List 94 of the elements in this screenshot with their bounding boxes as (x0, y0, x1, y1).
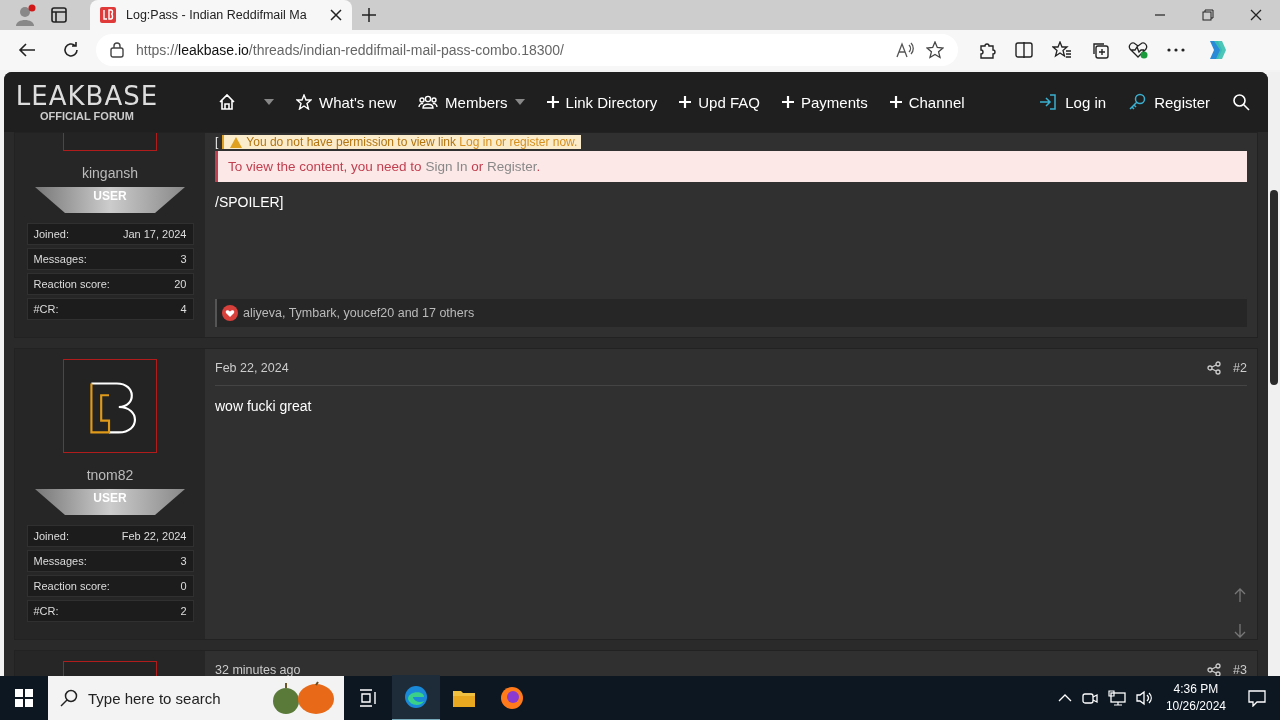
nav-link[interactable]: Upd FAQ (679, 93, 760, 111)
username-link[interactable]: kingansh (81, 165, 138, 181)
stat-value: Jan 17, 2024 (122, 228, 187, 240)
stat-value: 4 (180, 303, 187, 315)
post-body: /SPOILER] (215, 194, 285, 210)
stat-value: 2 (180, 605, 187, 617)
scroll-up-icon (1234, 588, 1246, 602)
plus-icon (889, 96, 902, 108)
stat-label: Messages: (33, 555, 87, 567)
home-nav-button[interactable] (218, 93, 274, 111)
post-number[interactable]: #3 (1233, 663, 1247, 676)
stat-label: #CR: (33, 303, 59, 315)
windows-start-icon (15, 689, 33, 707)
scrollbar-thumb[interactable] (1270, 190, 1278, 385)
clock-time[interactable]: 4:36 PM (1173, 681, 1219, 698)
favorite-star-icon (926, 41, 944, 59)
plus-icon (782, 96, 794, 108)
back-icon (18, 42, 36, 58)
search-icon (60, 689, 78, 707)
post-body: wow fucki great (215, 398, 313, 414)
login-icon (1039, 94, 1058, 110)
taskbar-search-field[interactable]: Type here to search (86, 688, 260, 708)
nav-link[interactable]: Channel (889, 93, 965, 111)
stat-value: Feb 22, 2024 (121, 530, 187, 542)
address-bar[interactable]: https://leakbase.io/threads/indian-reddifmail-mail-pass-combo.18300/ (96, 34, 958, 66)
stat-value: 3 (180, 253, 187, 265)
url-text: https://leakbase.io/threads/indian-reddifmail-mail-pass-combo.18300/ (136, 42, 564, 58)
share-icon (1207, 663, 1222, 676)
extensions-icon (978, 41, 996, 59)
edge-icon (404, 685, 428, 709)
post-date[interactable]: Feb 22, 2024 (215, 361, 289, 375)
site-favicon-icon (100, 7, 116, 23)
network-icon (1107, 690, 1126, 706)
permission-warning: You do not have permission to view link Log in or register now. (222, 135, 582, 149)
firefox-icon (500, 686, 524, 710)
plus-icon (546, 96, 559, 108)
username-link[interactable]: tnom82 (86, 467, 134, 483)
warning-icon (230, 136, 243, 148)
post-number[interactable]: #2 (1233, 361, 1247, 375)
notification-icon (1248, 689, 1266, 707)
share-icon (1207, 361, 1222, 375)
caret-icon[interactable] (514, 99, 525, 105)
restore-icon (1202, 9, 1214, 21)
stat-value: 20 (174, 278, 187, 290)
star-icon (296, 94, 312, 110)
register-link[interactable]: Register (1128, 93, 1210, 111)
close-window-icon (1250, 9, 1262, 21)
nav-link[interactable]: Link Directory (546, 93, 658, 111)
nav-link[interactable]: Payments (782, 93, 868, 111)
nav-link[interactable]: What's new (296, 93, 397, 111)
clock-date[interactable]: 10/26/2024 (1165, 698, 1226, 715)
scroll-down-icon (1234, 624, 1246, 638)
tab-actions-icon (51, 7, 67, 23)
health-icon (1128, 41, 1148, 59)
reaction-list[interactable]: aliyeva, Tymbark, youcef20 and 17 others (243, 306, 475, 320)
split-screen-icon (1015, 41, 1033, 59)
home-icon (218, 93, 236, 111)
stat-label: Joined: (33, 228, 69, 240)
task-view-icon (359, 689, 377, 707)
collections-icon (1091, 41, 1109, 59)
folder-icon (452, 688, 476, 708)
favorites-icon (1052, 41, 1072, 59)
stat-value: 0 (180, 580, 187, 592)
login-link[interactable]: Log in (1039, 93, 1107, 111)
people-icon (418, 94, 439, 110)
search-icon (1232, 93, 1250, 111)
bracket-text: [ (215, 135, 219, 149)
key-icon (1128, 93, 1147, 111)
stat-value: 3 (180, 555, 187, 567)
taskbar-search-box[interactable]: Type here to search (48, 676, 344, 720)
meet-icon (1081, 690, 1098, 706)
login-notice: To view the content, you need to Sign In or Register. (215, 151, 1247, 182)
stat-label: #CR: (33, 605, 59, 617)
volume-icon (1135, 690, 1154, 706)
stat-label: Messages: (33, 253, 87, 265)
chevron-up-icon (1057, 694, 1072, 702)
stat-label: Reaction score: (33, 580, 110, 592)
caret-icon[interactable] (264, 99, 274, 105)
avatar[interactable] (63, 359, 157, 453)
nav-link[interactable]: Members (418, 93, 525, 111)
post-date[interactable]: 32 minutes ago (215, 663, 301, 676)
stat-label: Joined: (33, 530, 69, 542)
profile-icon (14, 4, 36, 26)
new-tab-icon (361, 7, 377, 23)
close-icon (330, 9, 342, 21)
reload-icon (62, 41, 80, 59)
stat-label: Reaction score: (33, 278, 110, 290)
lock-icon (110, 42, 124, 58)
more-icon (1167, 48, 1185, 52)
browser-tab[interactable]: Log:Pass - Indian Reddifmail Ma (90, 0, 352, 30)
rank-badge: USER (35, 187, 185, 213)
read-aloud-icon (896, 42, 914, 58)
rank-badge: USER (35, 489, 185, 515)
plus-icon (679, 96, 692, 108)
